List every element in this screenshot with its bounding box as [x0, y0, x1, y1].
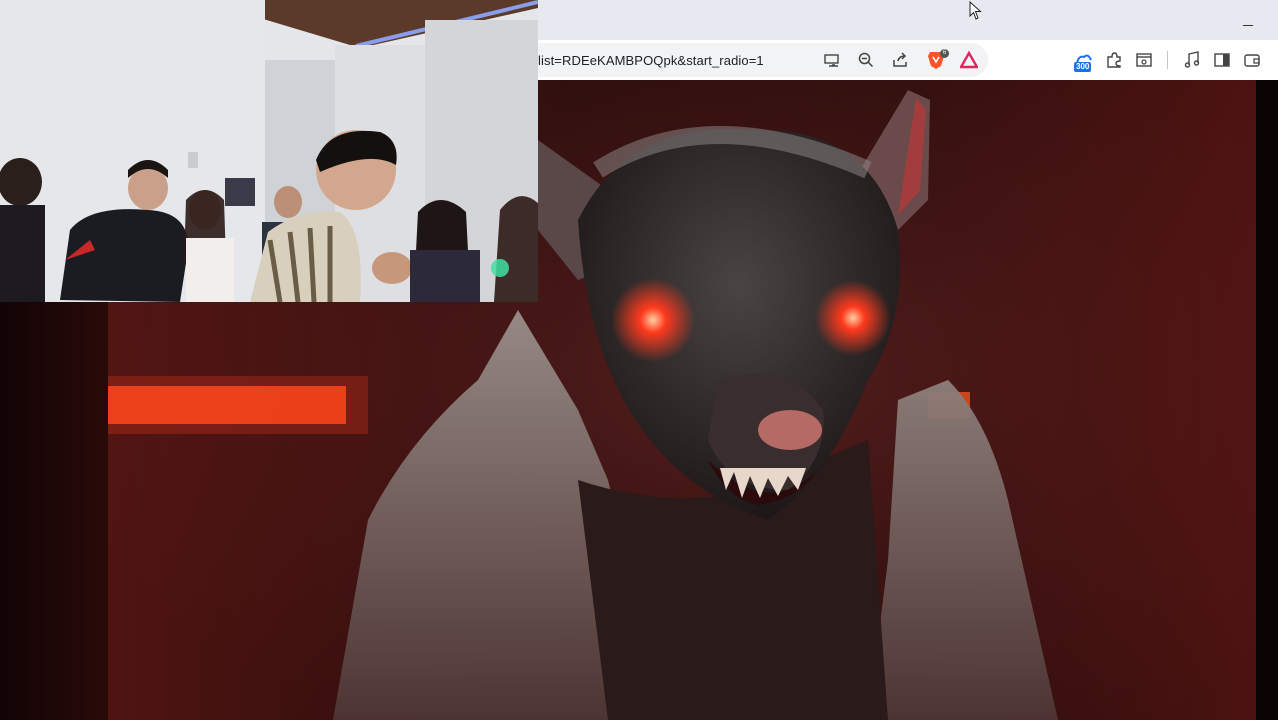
reader-mode-icon[interactable]	[1133, 49, 1155, 71]
webcam-overlay	[0, 0, 538, 302]
address-bar[interactable]: list=RDEeKAMBPOQpk&start_radio=1	[538, 43, 988, 77]
toolbar-divider	[1167, 51, 1168, 69]
right-glowing-eye	[815, 280, 891, 356]
cast-icon[interactable]	[821, 49, 843, 71]
video-right-letterbox	[1256, 80, 1278, 720]
extensions-puzzle-icon[interactable]	[1103, 49, 1125, 71]
browser-toolbar: list=RDEeKAMBPOQpk&start_radio=1 6 300	[538, 40, 1278, 81]
left-glowing-eye	[611, 278, 695, 362]
extension-badge: 300	[1074, 62, 1092, 72]
mouse-cursor-icon	[969, 1, 982, 20]
media-controls-icon[interactable]	[1181, 49, 1203, 71]
minimize-button[interactable]	[1234, 8, 1262, 32]
share-icon[interactable]	[889, 49, 911, 71]
url-text[interactable]: list=RDEeKAMBPOQpk&start_radio=1	[538, 53, 764, 68]
minimize-icon	[1243, 24, 1253, 26]
browser-title-bar	[538, 0, 1278, 40]
wall-picture	[225, 178, 255, 206]
wallet-icon[interactable]	[1241, 49, 1263, 71]
nose	[758, 410, 822, 450]
neon-light-glow	[108, 376, 368, 434]
brave-rewards-icon[interactable]	[958, 49, 980, 71]
webcam-room-scene	[0, 0, 538, 302]
brave-shield-count: 6	[940, 49, 949, 58]
sidebar-icon[interactable]	[1211, 49, 1233, 71]
zoom-out-icon[interactable]	[855, 49, 877, 71]
